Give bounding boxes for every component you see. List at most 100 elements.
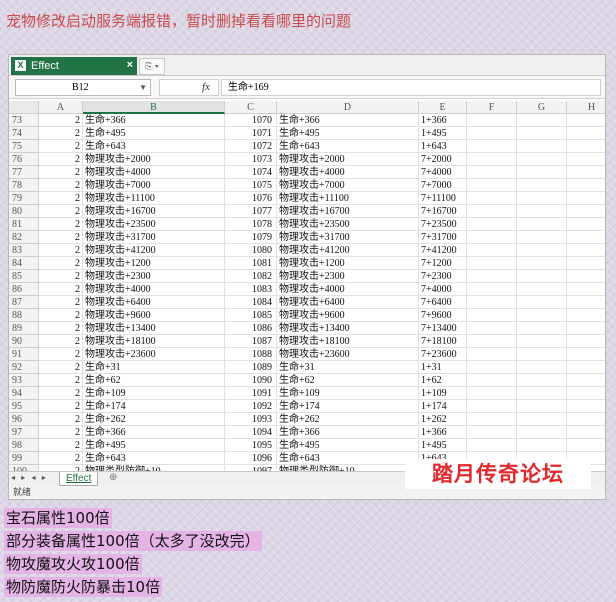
cell-c[interactable]: 1092	[225, 400, 277, 413]
cell-a[interactable]: 2	[39, 322, 83, 335]
cell-a[interactable]: 2	[39, 218, 83, 231]
cell-g[interactable]	[517, 166, 567, 179]
cell-f[interactable]	[467, 361, 517, 374]
cell-e[interactable]: 1+495	[419, 127, 467, 140]
cell-b[interactable]: 物理攻击+2000	[83, 153, 225, 166]
cell-c[interactable]: 1075	[225, 179, 277, 192]
cell-b[interactable]: 物理攻击+1200	[83, 257, 225, 270]
cell-c[interactable]: 1073	[225, 153, 277, 166]
cell-g[interactable]	[517, 127, 567, 140]
cell-b[interactable]: 物理攻击+6400	[83, 296, 225, 309]
cell-c[interactable]: 1081	[225, 257, 277, 270]
cell-a[interactable]: 2	[39, 179, 83, 192]
cell-e[interactable]: 7+18100	[419, 335, 467, 348]
cell-h[interactable]	[567, 374, 605, 387]
cell-g[interactable]	[517, 244, 567, 257]
cell-e[interactable]: 7+9600	[419, 309, 467, 322]
cell-h[interactable]	[567, 270, 605, 283]
cell-h[interactable]	[567, 231, 605, 244]
cell-d[interactable]: 物理攻击+1200	[277, 257, 419, 270]
cell-b[interactable]: 生命+109	[83, 387, 225, 400]
cell-f[interactable]	[467, 114, 517, 127]
row-header[interactable]: 83	[9, 244, 39, 257]
cell-h[interactable]	[567, 426, 605, 439]
file-tab[interactable]: X Effect ×	[11, 57, 137, 75]
cell-e[interactable]: 7+23500	[419, 218, 467, 231]
cell-d[interactable]: 物理攻击+11100	[277, 192, 419, 205]
cell-g[interactable]	[517, 179, 567, 192]
cell-c[interactable]: 1071	[225, 127, 277, 140]
cell-b[interactable]: 物理攻击+31700	[83, 231, 225, 244]
cell-a[interactable]: 2	[39, 296, 83, 309]
cell-b[interactable]: 物理攻击+4000	[83, 166, 225, 179]
cell-d[interactable]: 物理攻击+16700	[277, 205, 419, 218]
cell-a[interactable]: 2	[39, 309, 83, 322]
cell-d[interactable]: 生命+262	[277, 413, 419, 426]
cell-e[interactable]: 7+4000	[419, 166, 467, 179]
cell-f[interactable]	[467, 426, 517, 439]
cell-a[interactable]: 2	[39, 426, 83, 439]
row-header[interactable]: 73	[9, 114, 39, 127]
row-header[interactable]: 75	[9, 140, 39, 153]
cell-f[interactable]	[467, 140, 517, 153]
row-header[interactable]: 92	[9, 361, 39, 374]
cell-f[interactable]	[467, 348, 517, 361]
cell-d[interactable]: 物理攻击+9600	[277, 309, 419, 322]
cell-c[interactable]: 1084	[225, 296, 277, 309]
row-header[interactable]: 96	[9, 413, 39, 426]
cell-c[interactable]: 1082	[225, 270, 277, 283]
cell-c[interactable]: 1088	[225, 348, 277, 361]
row-header[interactable]: 85	[9, 270, 39, 283]
cell-b[interactable]: 生命+495	[83, 439, 225, 452]
cell-a[interactable]: 2	[39, 348, 83, 361]
row-header[interactable]: 98	[9, 439, 39, 452]
cell-f[interactable]	[467, 127, 517, 140]
cell-e[interactable]: 1+62	[419, 374, 467, 387]
column-header-c[interactable]: C	[225, 101, 277, 114]
cell-b[interactable]: 生命+643	[83, 140, 225, 153]
column-header-b[interactable]: B	[83, 101, 225, 114]
row-header[interactable]: 88	[9, 309, 39, 322]
cell-a[interactable]: 2	[39, 374, 83, 387]
cell-h[interactable]	[567, 348, 605, 361]
cell-c[interactable]: 1078	[225, 218, 277, 231]
cell-f[interactable]	[467, 153, 517, 166]
cell-h[interactable]	[567, 153, 605, 166]
cell-e[interactable]: 1+366	[419, 114, 467, 127]
cell-d[interactable]: 生命+643	[277, 140, 419, 153]
cell-h[interactable]	[567, 413, 605, 426]
cell-f[interactable]	[467, 231, 517, 244]
cell-c[interactable]: 1077	[225, 205, 277, 218]
cell-b[interactable]: 物理攻击+18100	[83, 335, 225, 348]
cell-e[interactable]: 7+23600	[419, 348, 467, 361]
cell-f[interactable]	[467, 257, 517, 270]
cell-b[interactable]: 物理攻击+41200	[83, 244, 225, 257]
function-button[interactable]: fx	[159, 79, 219, 96]
cell-h[interactable]	[567, 192, 605, 205]
row-header[interactable]: 90	[9, 335, 39, 348]
close-icon[interactable]: ×	[127, 59, 133, 71]
cell-f[interactable]	[467, 218, 517, 231]
cell-e[interactable]: 7+2000	[419, 153, 467, 166]
add-sheet-icon[interactable]: ⊕	[109, 472, 117, 483]
cell-f[interactable]	[467, 413, 517, 426]
cell-h[interactable]	[567, 205, 605, 218]
row-header[interactable]: 91	[9, 348, 39, 361]
cell-c[interactable]: 1080	[225, 244, 277, 257]
cell-g[interactable]	[517, 114, 567, 127]
cell-a[interactable]: 2	[39, 205, 83, 218]
cell-g[interactable]	[517, 270, 567, 283]
cell-e[interactable]: 7+4000	[419, 283, 467, 296]
cell-e[interactable]: 7+13400	[419, 322, 467, 335]
cell-d[interactable]: 生命+62	[277, 374, 419, 387]
cell-f[interactable]	[467, 283, 517, 296]
cell-g[interactable]	[517, 153, 567, 166]
cell-b[interactable]: 物理攻击+4000	[83, 283, 225, 296]
cell-g[interactable]	[517, 439, 567, 452]
cell-g[interactable]	[517, 348, 567, 361]
cell-e[interactable]: 7+11100	[419, 192, 467, 205]
cell-d[interactable]: 生命+366	[277, 426, 419, 439]
cell-a[interactable]: 2	[39, 244, 83, 257]
cell-d[interactable]: 物理攻击+2000	[277, 153, 419, 166]
cell-b[interactable]: 生命+643	[83, 452, 225, 465]
